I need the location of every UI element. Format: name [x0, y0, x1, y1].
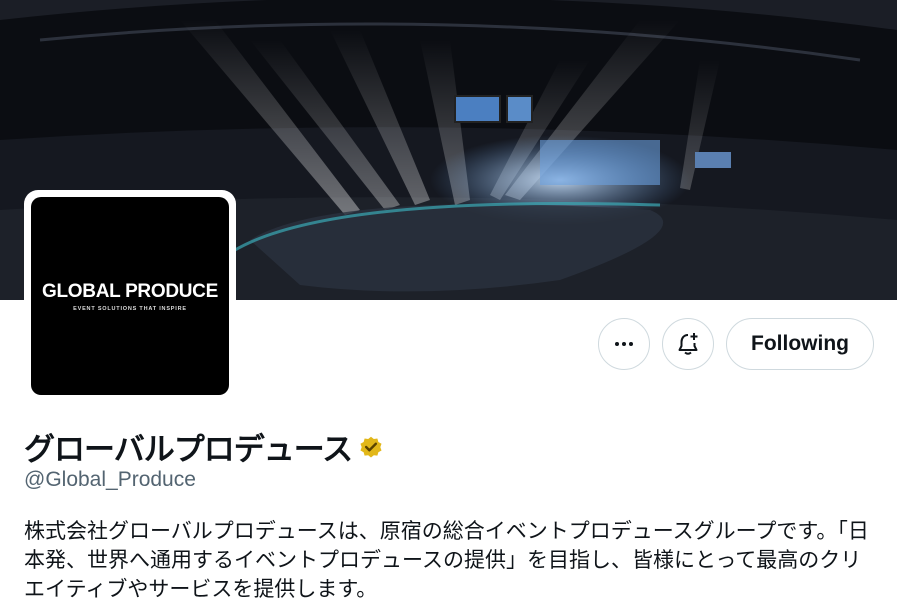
following-button[interactable]: Following: [726, 318, 874, 370]
profile-bio: 株式会社グローバルプロデュースは、原宿の総合イベントプロデュースグループです。「…: [24, 519, 869, 601]
more-icon: [615, 342, 634, 346]
bell-plus-icon: [678, 333, 698, 355]
username-handle: @Global_Produce: [24, 468, 196, 491]
logo-main-text: GLOBAL PRODUCE: [42, 280, 218, 302]
display-name: グローバルプロデュース: [24, 432, 353, 468]
verified-gold-icon[interactable]: [358, 434, 384, 460]
profile-actions: Following: [598, 318, 874, 370]
notifications-button[interactable]: [662, 318, 715, 370]
display-name-row: グローバルプロデュース: [24, 424, 384, 469]
more-button[interactable]: [598, 318, 651, 370]
profile-avatar[interactable]: GLOBAL PRODUCE EVENT SOLUTIONS THAT INSP…: [24, 190, 236, 402]
avatar-logo: GLOBAL PRODUCE EVENT SOLUTIONS THAT INSP…: [31, 197, 229, 395]
logo-sub-text: EVENT SOLUTIONS THAT INSPIRE: [73, 305, 187, 312]
